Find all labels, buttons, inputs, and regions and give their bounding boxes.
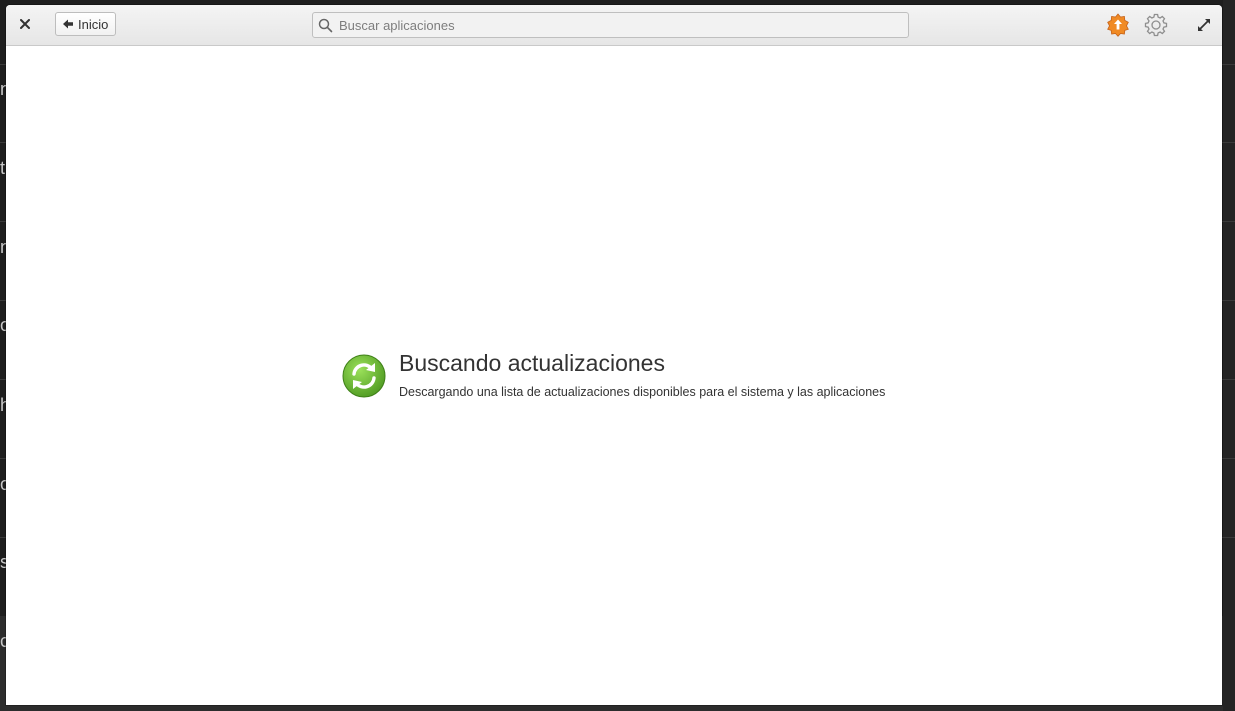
search-input[interactable] — [339, 17, 908, 33]
arrow-left-icon — [63, 19, 73, 29]
maximize-icon[interactable] — [1195, 16, 1213, 34]
updates-available-icon[interactable] — [1106, 13, 1130, 37]
back-button-label: Inicio — [78, 16, 109, 32]
app-center-window: Inicio Buscar aplicaciones Buscando actu… — [6, 5, 1222, 705]
status-title: Buscando actualizaciones — [399, 350, 665, 376]
close-icon — [20, 19, 30, 29]
back-button[interactable]: Inicio — [55, 12, 117, 36]
close-button[interactable] — [16, 15, 34, 33]
status-text: Buscando actualizaciones Descargando una… — [399, 347, 885, 399]
status-subtitle: Descargando una lista de actualizaciones… — [399, 385, 886, 399]
background-window-edge — [1223, 0, 1235, 711]
search-field[interactable] — [312, 12, 909, 38]
gear-icon[interactable] — [1144, 13, 1168, 37]
refresh-icon — [342, 354, 386, 398]
status-area: Buscando actualizaciones Descargando una… — [342, 347, 885, 399]
headerbar: Inicio — [6, 5, 1222, 46]
search-icon — [318, 18, 333, 32]
